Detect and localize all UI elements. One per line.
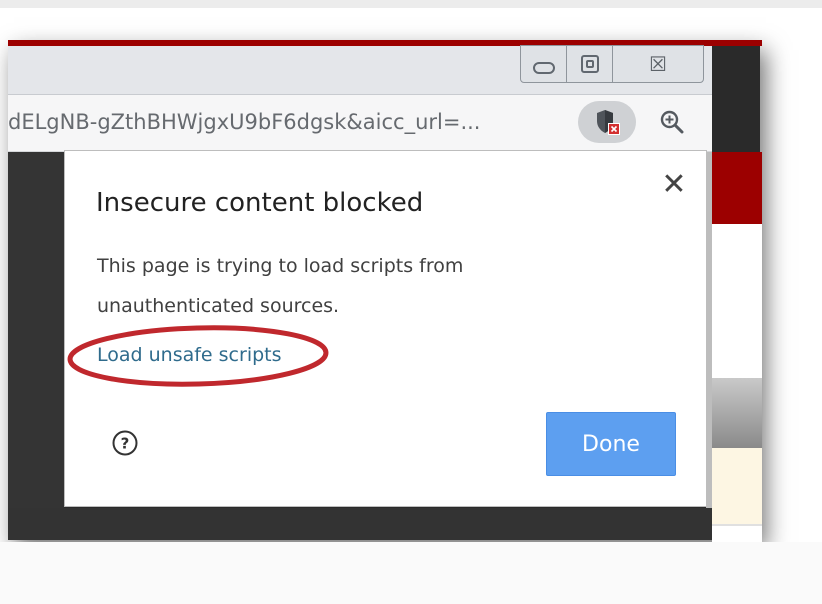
svg-text:?: ? bbox=[121, 435, 130, 453]
bottom-background bbox=[0, 542, 822, 604]
window-controls: ☒ bbox=[520, 45, 704, 83]
done-button[interactable]: Done bbox=[546, 412, 676, 476]
popup-message-line-2: unauthenticated sources. bbox=[97, 295, 340, 317]
zoom-button[interactable] bbox=[652, 104, 692, 140]
close-x-icon: ✕ bbox=[661, 166, 687, 202]
popup-message: This page is trying to load scripts from… bbox=[97, 246, 577, 326]
zoom-in-icon bbox=[660, 110, 684, 134]
blocked-content-button[interactable] bbox=[578, 101, 636, 143]
popup-close-button[interactable]: ✕ bbox=[656, 166, 692, 202]
minimize-icon bbox=[532, 62, 555, 74]
close-icon: ☒ bbox=[649, 52, 667, 76]
restore-icon bbox=[580, 55, 599, 73]
highlight-ellipse bbox=[67, 325, 329, 387]
page-background-bottom bbox=[8, 508, 712, 540]
top-strip bbox=[0, 0, 822, 8]
restore-button[interactable] bbox=[567, 46, 613, 82]
popup-title: Insecure content blocked bbox=[96, 188, 424, 218]
window-close-button[interactable]: ☒ bbox=[613, 46, 703, 82]
help-icon: ? bbox=[112, 430, 138, 456]
minimize-button[interactable] bbox=[521, 46, 567, 82]
blocked-shield-icon bbox=[597, 110, 620, 135]
url-text[interactable]: dELgNB-gZthBHWjgxU9bF6dgsk&aicc_url=... bbox=[8, 104, 568, 140]
page-content-peek bbox=[712, 152, 762, 542]
popup-message-line-1: This page is trying to load scripts from bbox=[97, 255, 464, 277]
page-background-left bbox=[8, 152, 64, 508]
help-button[interactable]: ? bbox=[108, 426, 142, 460]
